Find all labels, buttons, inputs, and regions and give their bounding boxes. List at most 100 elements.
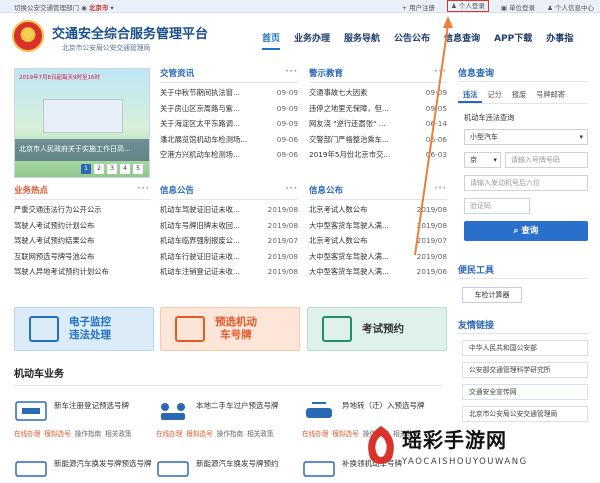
tab-violation[interactable]: 违法 <box>458 88 483 103</box>
carousel-page[interactable]: 2 <box>94 164 104 174</box>
engine-number-input[interactable]: 请输入发动机号后六位 <box>464 175 588 191</box>
info-query-panel: 信息查询 违法 记分 报废 号牌邮寄 机动车违法查询 小型汽车 ▾ 京 ▾ 请输入号… <box>458 66 588 241</box>
online-handle-link[interactable]: 在线办理 <box>14 430 40 438</box>
nav-business[interactable]: 业务办理 <box>294 31 330 50</box>
more-link[interactable]: ··· <box>137 184 150 199</box>
list-item[interactable]: 机动车号牌旧牌未收回... 2019/08 <box>160 218 298 234</box>
region-switcher[interactable]: 切换公安交通管理部门 ◉ 北京市 ▾ <box>14 2 114 12</box>
tile-electronic-monitoring[interactable]: 电子监控 违法处理 <box>14 307 154 351</box>
list-item[interactable]: 关于中秋节期间执法窗... 09-09 <box>160 85 298 101</box>
friendly-link[interactable]: 中华人民共和国公安部 <box>462 340 588 356</box>
list-item[interactable]: 大中型客货车驾驶人满... 2019/08 <box>309 249 447 265</box>
car-transfer-icon <box>161 403 185 420</box>
guide-link[interactable]: 操作指南 <box>75 430 101 438</box>
traffic-news-panel: 交管资讯 ··· 关于中秋节期间执法窗... 09-09 关于房山区京周路与紫...… <box>160 67 298 163</box>
carousel-page[interactable]: 1 <box>81 164 91 174</box>
list-item[interactable]: 大中型客货车驾驶人满... 2019/08 <box>309 218 447 234</box>
list-item[interactable]: 关于海淀区太平东路调... 09-09 <box>160 116 298 132</box>
list-item[interactable]: 大中型客货车驾驶人满... 2019/06 <box>309 264 447 280</box>
nav-app-download[interactable]: APP下载 <box>494 31 532 50</box>
nav-announcements[interactable]: 公告公布 <box>394 31 430 50</box>
tile-plate-preselect[interactable]: 预选机动 车号牌 <box>160 307 300 351</box>
more-link[interactable]: ··· <box>434 67 447 82</box>
list-item[interactable]: 网友浇 "逆行还嚣张" ... 06-14 <box>309 116 447 132</box>
list-item[interactable]: 关于房山区京周路与紫... 09-09 <box>160 101 298 117</box>
plate-number-input[interactable]: 请输入号牌号码 <box>504 152 588 168</box>
simulate-select-link[interactable]: 模拟选号 <box>186 430 212 438</box>
watermark: 瑶彩手游网 YAOCAISHOUYOUWANG <box>362 418 600 483</box>
list-item[interactable]: 空港方兴机动车检测场... 09-06 <box>160 147 298 163</box>
service-name[interactable]: 新能源汽车换发号牌预选号牌 <box>54 458 154 469</box>
nev-plate-icon <box>15 461 47 477</box>
online-handle-link[interactable]: 在线办理 <box>156 430 182 438</box>
list-item[interactable]: 机动车临界强制报废公... 2019/07 <box>160 233 298 249</box>
list-item[interactable]: 驾驶人异地考试预约计划公布 <box>14 264 150 280</box>
online-handle-link[interactable]: 在线办理 <box>302 430 328 438</box>
vehicle-type-select[interactable]: 小型汽车 ▾ <box>464 129 588 145</box>
nav-service-guide[interactable]: 服务导航 <box>344 31 380 50</box>
main-nav: 首页 业务办理 服务导航 公告公布 信息查询 APP下载 办事指 <box>262 31 573 50</box>
top-utility-bar: 切换公安交通管理部门 ◉ 北京市 ▾ + 用户注册 ♟ 个人登录 ▣ 单位登录 … <box>0 0 600 13</box>
policy-link[interactable]: 相关政策 <box>105 430 131 438</box>
list-item[interactable]: 严重交通违法行为公开公示 <box>14 202 150 218</box>
query-button[interactable]: ⌕ 查询 <box>464 221 588 241</box>
section-title: 警示教育 <box>309 69 344 79</box>
service-name[interactable]: 新能源汽车换发号牌预约 <box>196 458 296 469</box>
car-registration-icon <box>15 401 47 421</box>
carousel-page[interactable]: 4 <box>120 164 130 174</box>
section-title: 便民工具 <box>458 263 588 279</box>
nav-guide[interactable]: 办事指 <box>546 31 573 50</box>
simulate-select-link[interactable]: 模拟选号 <box>44 430 70 438</box>
list-item[interactable]: 2019年5月份北京市交... 06-03 <box>309 147 447 163</box>
list-item[interactable]: 机动车注销登记证未收... 2019/08 <box>160 264 298 280</box>
license-plate-icon <box>175 316 205 342</box>
watermark-text: 瑶彩手游网 <box>402 428 507 452</box>
building-icon: ▣ <box>500 4 510 12</box>
tab-plate-mail[interactable]: 号牌邮寄 <box>531 88 570 103</box>
watermark-subtext: YAOCAISHOUYOUWANG <box>402 457 528 467</box>
province-select[interactable]: 京 ▾ <box>464 152 501 168</box>
tab-scrap[interactable]: 报废 <box>507 88 531 103</box>
service-name[interactable]: 新车注册登记预选号牌 <box>54 400 154 411</box>
list-item[interactable]: 互联网预选号牌号池公布 <box>14 249 150 265</box>
personal-login-link[interactable]: ♟ 个人登录 <box>446 0 489 12</box>
company-login-link[interactable]: ▣ 单位登录 <box>501 2 535 12</box>
service-name[interactable]: 异地转（迁）入预选号牌 <box>342 400 442 411</box>
nav-home[interactable]: 首页 <box>262 31 281 50</box>
nav-info-query[interactable]: 信息查询 <box>444 31 480 50</box>
car-inspection-calculator-button[interactable]: 车检计算器 <box>462 287 522 303</box>
more-link[interactable]: ··· <box>285 67 298 82</box>
chevron-down-icon: ▾ <box>110 4 114 12</box>
register-link[interactable]: + 用户注册 <box>401 2 435 12</box>
tile-exam-booking[interactable]: 考试预约 <box>307 307 447 351</box>
friendly-link[interactable]: 交通安全宣传网 <box>462 384 588 400</box>
guide-link[interactable]: 操作指南 <box>217 430 243 438</box>
section-title: 友情链接 <box>458 318 588 334</box>
more-link[interactable]: ··· <box>434 184 447 199</box>
service-name[interactable]: 本地二手车过户预选号牌 <box>196 400 296 411</box>
more-link[interactable]: ··· <box>285 184 298 199</box>
carousel-caption[interactable]: 北京市人民政府关于实施工作日高... <box>15 139 149 161</box>
list-item[interactable]: 违停之地里无保障，但... 09-05 <box>309 101 447 117</box>
list-item[interactable]: 机动车行驶证旧证未收... 2019/08 <box>160 249 298 265</box>
list-item[interactable]: 交通事故七大因素 09-09 <box>309 85 447 101</box>
tile-label: 电子监控 违法处理 <box>69 316 111 341</box>
list-item[interactable]: 驾驶人考试预约计划公布 <box>14 218 150 234</box>
region-current[interactable]: 北京市 <box>89 4 109 12</box>
captcha-input[interactable]: 验证码 <box>464 198 530 214</box>
news-carousel[interactable]: 2019年7月8日起每天9时至16时 北京市人民政府关于实施工作日高... 1 … <box>14 68 150 178</box>
simulate-select-link[interactable]: 模拟选号 <box>332 430 358 438</box>
carousel-page[interactable]: 5 <box>133 164 143 174</box>
list-item[interactable]: 北京考试人数公布 2019/07 <box>309 233 447 249</box>
list-item[interactable]: 北京考试人数公布 2019/08 <box>309 202 447 218</box>
list-item[interactable]: 交警部门严格整治乘车... 06-06 <box>309 132 447 148</box>
info-notice-panel: 信息公告 ··· 机动车驾驶证旧证未收... 2019/08 机动车号牌旧牌未收回.… <box>160 184 298 280</box>
policy-link[interactable]: 相关政策 <box>247 430 273 438</box>
friendly-link[interactable]: 公安部交通管理科学研究所 <box>462 362 588 378</box>
list-item[interactable]: 潘北展览馆机动车检测场... 09-06 <box>160 132 298 148</box>
list-item[interactable]: 机动车驾驶证旧证未收... 2019/08 <box>160 202 298 218</box>
user-center-link[interactable]: ♟ 个人信息中心 <box>547 2 594 12</box>
tab-points[interactable]: 记分 <box>482 88 506 103</box>
list-item[interactable]: 驾驶人考试预约结果公布 <box>14 233 150 249</box>
carousel-page[interactable]: 3 <box>107 164 117 174</box>
